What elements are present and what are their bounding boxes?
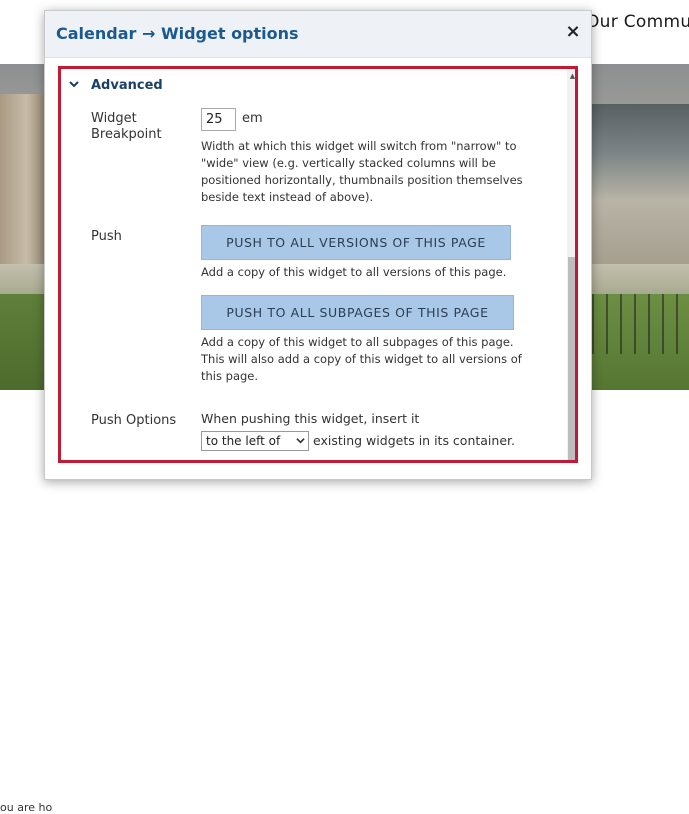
breakpoint-unit: em bbox=[242, 111, 263, 126]
page-heading-fragment: Our Commu bbox=[586, 12, 689, 32]
push-label: Push bbox=[91, 229, 122, 244]
push-options-label: Push Options bbox=[91, 413, 177, 428]
breakpoint-label-line: Widget bbox=[91, 111, 137, 126]
push-position-selected: to the left of bbox=[206, 434, 281, 448]
page-text-fragment: ou are ho bbox=[0, 801, 53, 814]
push-to-all-versions-button[interactable]: PUSH TO ALL VERSIONS OF THIS PAGE bbox=[201, 225, 511, 260]
breakpoint-help-line: beside text instead of above). bbox=[201, 190, 374, 204]
hero-building-left bbox=[0, 94, 44, 264]
scroll-up-arrow-icon[interactable]: ▲ bbox=[567, 71, 575, 81]
close-icon[interactable]: × bbox=[563, 22, 583, 42]
hero-grass-left bbox=[0, 294, 44, 390]
breakpoint-help-line: "wide" view (e.g. vertically stacked col… bbox=[201, 156, 496, 170]
chevron-down-icon bbox=[296, 438, 305, 444]
push-subpages-help-line: this page. bbox=[201, 369, 259, 383]
scroll-thumb[interactable] bbox=[568, 257, 575, 460]
advanced-panel: ▲ Advanced Widget Breakpoint em Width at… bbox=[58, 66, 578, 463]
hero-fence bbox=[592, 294, 689, 354]
breakpoint-help-line: Width at which this widget will switch f… bbox=[201, 139, 517, 153]
push-subpages-help-line: This will also add a copy of this widget… bbox=[201, 352, 522, 366]
push-versions-help: Add a copy of this widget to all version… bbox=[201, 265, 507, 279]
breakpoint-label-line: Breakpoint bbox=[91, 127, 162, 142]
push-options-intro: When pushing this widget, insert it bbox=[201, 411, 420, 426]
breakpoint-label: Widget Breakpoint bbox=[91, 111, 162, 143]
push-position-select[interactable]: to the left of bbox=[201, 431, 309, 451]
push-options-suffix: existing widgets in its container. bbox=[313, 433, 515, 448]
push-subpages-help: Add a copy of this widget to all subpage… bbox=[201, 334, 522, 385]
panel-scrollbar[interactable]: ▲ bbox=[567, 69, 575, 460]
push-to-all-subpages-button[interactable]: PUSH TO ALL SUBPAGES OF THIS PAGE bbox=[201, 295, 514, 330]
chevron-down-icon[interactable] bbox=[68, 78, 80, 90]
dialog-title: Calendar → Widget options bbox=[56, 24, 299, 43]
hero-building-right bbox=[592, 104, 689, 264]
push-subpages-help-line: Add a copy of this widget to all subpage… bbox=[201, 335, 514, 349]
breakpoint-help: Width at which this widget will switch f… bbox=[201, 138, 523, 206]
dialog-header: Calendar → Widget options × bbox=[45, 11, 591, 58]
breakpoint-input[interactable] bbox=[201, 108, 236, 131]
advanced-section-title[interactable]: Advanced bbox=[91, 78, 163, 93]
breakpoint-help-line: positioned horizontally, thumbnails posi… bbox=[201, 173, 523, 187]
widget-options-dialog: Calendar → Widget options × ▲ Advanced W… bbox=[44, 10, 592, 480]
